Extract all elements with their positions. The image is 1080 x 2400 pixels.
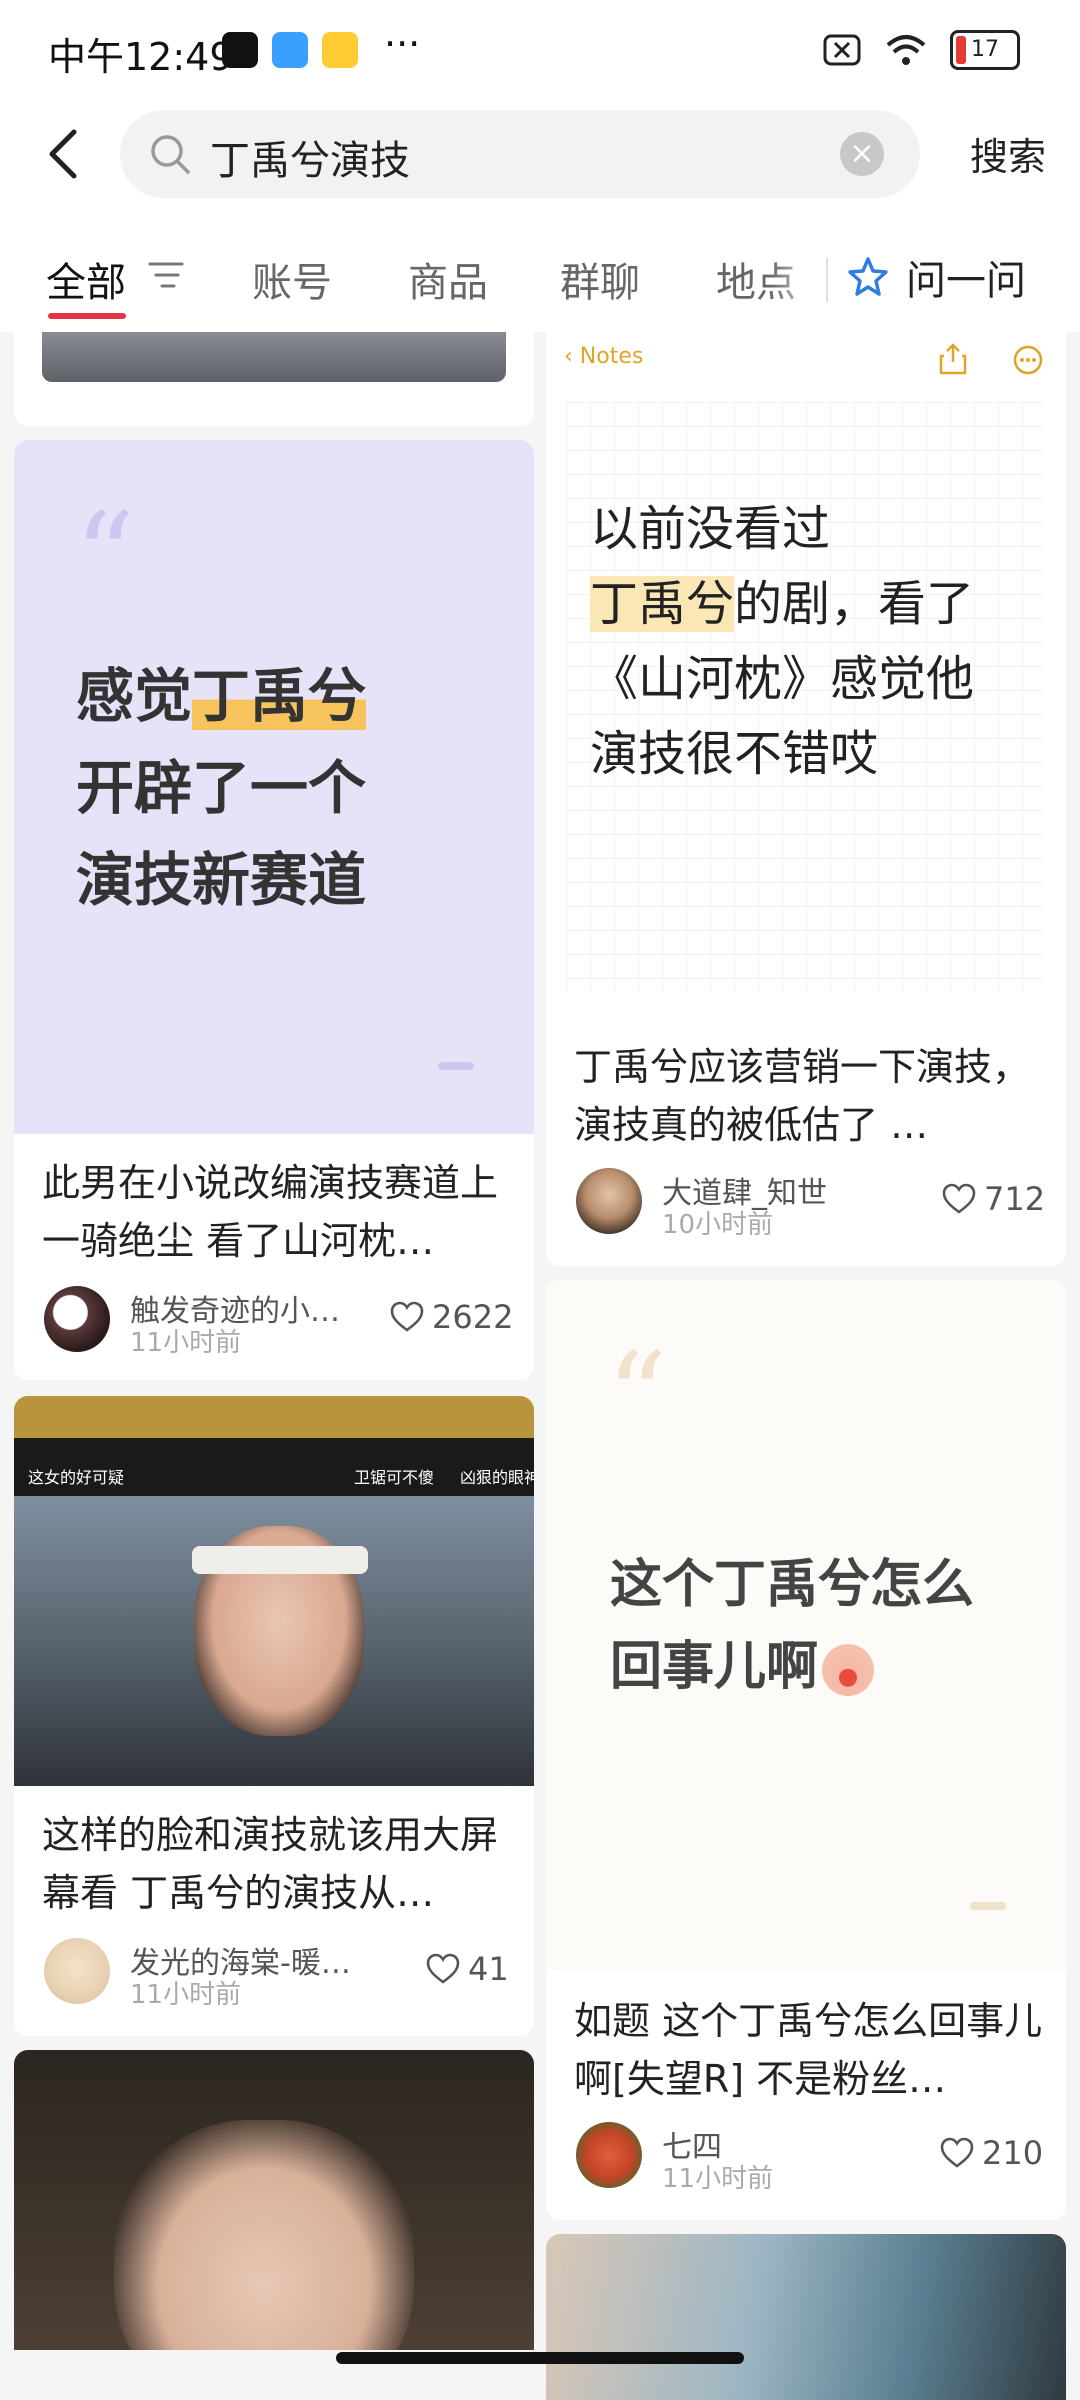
headband <box>192 1546 368 1574</box>
tab-divider <box>826 258 828 302</box>
category-tabs: 全部 账号 商品 群聊 地点 问一问 <box>0 210 1080 332</box>
card-title: 这样的脸和演技就该用大屏幕看 丁禹兮的演技从… <box>42 1813 499 1915</box>
search-input[interactable]: 丁禹兮演技 × <box>120 110 920 198</box>
card-image: “ 这个丁禹兮怎么 回事儿啊 <box>546 1280 1066 1970</box>
quote-line: 这个丁禹兮怎么 <box>610 1555 975 1615</box>
home-indicator[interactable] <box>336 2352 744 2364</box>
avatar[interactable] <box>44 1938 110 2004</box>
quote-line: 开辟了一个 <box>76 754 367 822</box>
heart-icon <box>940 2137 974 2168</box>
no-sim-icon <box>823 34 861 66</box>
heart-icon <box>390 1301 424 1332</box>
note-line: 演技很不错哎 <box>590 726 879 782</box>
card-title: 如题 这个丁禹兮怎么回事儿啊[失望R] 不是粉丝… <box>574 1999 1043 2101</box>
decor-dash <box>438 1062 474 1070</box>
status-bar: 中午12:49 ··· 17 <box>0 0 1080 100</box>
feed-card[interactable]: “ 这个丁禹兮怎么 回事儿啊 如题 这个丁禹兮怎么回事儿啊[失望R] 不是粉丝…… <box>546 1280 1066 2220</box>
tab-products[interactable]: 商品 <box>408 250 488 308</box>
card-image: 这女的好可疑 卫锯可不傻 凶狠的眼神 演 <box>14 1396 534 1786</box>
quote-line: 感觉 <box>76 662 193 730</box>
status-right: 17 <box>822 30 1020 70</box>
ask-label: 问一问 <box>906 258 1026 304</box>
feed-card[interactable]: ‹ Notes 以前没看过 丁禹兮的剧，看了 《山河枕》感觉他 演技很不错哎 丁… <box>546 332 1066 1266</box>
star-icon <box>848 257 888 296</box>
post-time: 11小时前 <box>130 1328 242 1358</box>
heart-icon <box>942 1183 976 1214</box>
tab-accounts[interactable]: 账号 <box>252 250 332 308</box>
back-arrow-icon[interactable] <box>40 124 90 184</box>
search-header: 丁禹兮演技 × 搜索 <box>0 100 1080 210</box>
video-caption: 卫锯可不傻 <box>354 1468 435 1487</box>
quote-icon: “ <box>74 488 136 627</box>
avatar[interactable] <box>576 2122 642 2188</box>
weibo-icon <box>322 32 358 68</box>
image-quote-text: 这个丁禹兮怎么 回事儿啊 <box>610 1544 974 1708</box>
quote-line: 回事儿啊 <box>610 1637 819 1697</box>
feed-card-partial[interactable] <box>14 332 534 426</box>
video-caption: 这女的好可疑 <box>28 1468 125 1487</box>
note-line: 以前没看过 <box>590 501 831 557</box>
tab-all[interactable]: 全部 <box>46 250 126 308</box>
tab-group-chats[interactable]: 群聊 <box>560 250 640 308</box>
like-button[interactable]: 210 <box>940 2134 1043 2172</box>
like-button[interactable]: 2622 <box>390 1298 513 1336</box>
more-notifications-icon: ··· <box>384 22 421 66</box>
battery-level: 17 <box>971 37 999 62</box>
card-image: “ 感觉丁禹兮 开辟了一个 演技新赛道 <box>14 440 534 1134</box>
post-time: 10小时前 <box>662 1210 774 1240</box>
notification-icons <box>222 32 358 68</box>
share-icon <box>939 343 967 375</box>
image-quote-text: 感觉丁禹兮 开辟了一个 演技新赛道 <box>76 650 367 926</box>
quote-line: 演技新赛道 <box>76 846 367 914</box>
like-button[interactable]: 41 <box>426 1950 509 1988</box>
like-count: 210 <box>982 2134 1044 2172</box>
notes-back-button: ‹ Notes <box>564 344 644 369</box>
search-query[interactable]: 丁禹兮演技 <box>210 128 410 186</box>
feed-card[interactable]: “ 感觉丁禹兮 开辟了一个 演技新赛道 此男在小说改编演技赛道上一骑绝尘 看了山… <box>14 440 534 1380</box>
feed-card-partial[interactable] <box>14 2050 534 2350</box>
feed-card-partial[interactable] <box>546 2234 1066 2400</box>
card-title: 丁禹兮应该营销一下演技，演技真的被低估了 … <box>574 1045 1031 1147</box>
decor-dash <box>970 1902 1006 1910</box>
like-count: 41 <box>468 1950 509 1988</box>
message-app-icon <box>272 32 308 68</box>
status-time: 中午12:49 <box>48 35 234 79</box>
like-button[interactable]: 712 <box>942 1180 1045 1218</box>
note-line: 的剧，看了 <box>734 576 975 632</box>
feed-card[interactable]: 这女的好可疑 卫锯可不傻 凶狠的眼神 演 这样的脸和演技就该用大屏幕看 丁禹兮的… <box>14 1396 534 2036</box>
card-image: ‹ Notes 以前没看过 丁禹兮的剧，看了 《山河枕》感觉他 演技很不错哎 <box>546 332 1066 1022</box>
quote-icon: “ <box>606 1328 668 1467</box>
note-line: 《山河枕》感觉他 <box>590 651 975 707</box>
tiktok-icon <box>222 32 258 68</box>
like-count: 712 <box>984 1180 1046 1218</box>
search-button[interactable]: 搜索 <box>970 126 1046 181</box>
notes-back-label: Notes <box>579 344 644 369</box>
ask-button[interactable]: 问一问 <box>846 248 1026 306</box>
post-time: 11小时前 <box>130 1980 242 2010</box>
crying-emoji-icon <box>822 1644 875 1696</box>
card-image <box>546 2234 1066 2400</box>
avatar[interactable] <box>576 1168 642 1234</box>
tab-fade <box>770 240 826 310</box>
note-highlight: 丁禹兮 <box>590 576 735 632</box>
video-caption: 凶狠的眼神 演 <box>460 1468 534 1487</box>
avatar[interactable] <box>44 1286 110 1352</box>
active-tab-indicator <box>48 313 126 319</box>
card-title: 此男在小说改编演技赛道上一骑绝尘 看了山河枕… <box>42 1161 499 1263</box>
filter-icon[interactable] <box>148 260 184 290</box>
portrait-face <box>114 2120 414 2350</box>
more-options-icon <box>1013 345 1043 375</box>
wifi-icon <box>886 35 926 65</box>
heart-icon <box>426 1953 460 1984</box>
post-time: 11小时前 <box>662 2164 774 2194</box>
note-text: 以前没看过 丁禹兮的剧，看了 《山河枕》感觉他 演技很不错哎 <box>590 492 974 792</box>
card-image <box>42 332 506 382</box>
like-count: 2622 <box>432 1298 514 1336</box>
card-image <box>14 2050 534 2350</box>
clear-search-icon[interactable]: × <box>840 132 884 176</box>
quote-highlight: 丁禹兮 <box>192 662 367 730</box>
battery-icon: 17 <box>950 30 1020 70</box>
search-icon <box>151 135 190 174</box>
